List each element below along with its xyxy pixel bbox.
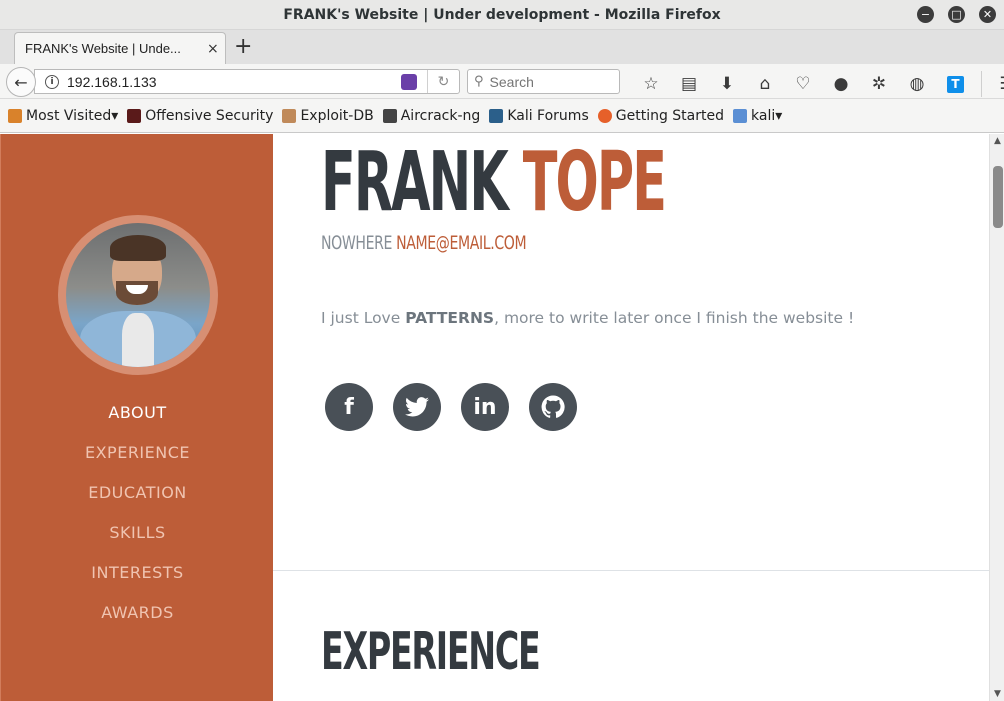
search-input[interactable] [489,73,610,90]
first-name: FRANK [321,135,509,230]
bookmark-label: Exploit-DB [300,107,374,124]
email-link[interactable]: NAME@EMAIL.COM [396,232,527,254]
section-divider [273,570,989,571]
new-tab-button[interactable]: + [234,34,252,59]
lead-bold: PATTERNS [405,309,495,327]
scroll-up-icon[interactable]: ▲ [990,134,1004,148]
last-name: TOPE [522,135,667,230]
profile-photo-ring [58,215,218,375]
bookmarks-toolbar: Most Visited ▾ Offensive Security Exploi… [0,99,1004,133]
toolbar-separator [981,71,982,97]
tab-bar: FRANK's Website | Unde... × + [0,30,1004,64]
home-icon[interactable]: ⌂ [746,74,784,94]
toolbar-icons: ☆ ▤ ⬇ ⌂ ♡ ● ✲ ◍ T ☰ [632,71,1004,97]
reload-icon[interactable]: ↻ [427,70,459,93]
bookmark-offensive-security[interactable]: Offensive Security [127,108,273,124]
sidebar-item-skills[interactable]: SKILLS [1,520,274,560]
search-box[interactable]: ⚲ [467,69,620,94]
sidebar-item-education[interactable]: EDUCATION [1,480,274,520]
close-window-button[interactable]: ✕ [979,6,996,23]
sidebar-item-awards[interactable]: AWARDS [1,600,274,640]
profile-photo [66,223,210,367]
linkedin-icon[interactable]: in [461,383,509,431]
extension-icon[interactable] [401,73,417,90]
tab-close-icon[interactable]: × [207,41,219,57]
bookmark-star-icon[interactable]: ☆ [632,74,670,94]
bookmark-label: Offensive Security [145,107,274,124]
bookmark-label: Aircrack-ng [400,107,481,124]
url-bar[interactable]: i 192.168.1.133 ↻ [34,69,460,94]
sidebar-item-about[interactable]: ABOUT [1,400,274,440]
aircrack-icon [382,108,397,123]
lead-prefix: I just Love [321,309,406,327]
bookmark-getting-started[interactable]: Getting Started [597,107,724,124]
window-title: FRANK's Website | Under development - Mo… [283,6,721,23]
scrollbar-thumb[interactable] [993,166,1003,228]
github-icon[interactable] [529,383,577,431]
bookmark-kali-folder[interactable]: kali ▾ [733,108,782,124]
tab-active[interactable]: FRANK's Website | Unde... × [14,32,226,64]
lead-text: I just Love PATTERNS, more to write late… [321,309,854,327]
lead-suffix: , more to write later once I finish the … [494,309,855,327]
scroll-down-icon[interactable]: ▼ [990,687,1004,701]
back-button[interactable]: ← [6,67,36,97]
sidebar-item-interests[interactable]: INTERESTS [1,560,274,600]
bookmark-kali-forums[interactable]: Kali Forums [489,107,589,124]
subheading: NOWHERE NAME@EMAIL.COM [321,232,527,254]
offsec-icon [127,108,142,123]
sidebar-nav: ABOUT EXPERIENCE EDUCATION SKILLS INTERE… [1,400,274,640]
bookmark-exploit-db[interactable]: Exploit-DB [282,107,374,124]
tab-label: FRANK's Website | Unde... [25,41,181,56]
bookmark-label: kali [751,107,776,124]
bookmark-aircrack-ng[interactable]: Aircrack-ng [382,107,481,124]
search-icon: ⚲ [474,74,484,89]
hamburger-menu-icon[interactable]: ☰ [988,74,1004,94]
facebook-icon[interactable]: f [325,383,373,431]
experience-heading: EXPERIENCE [321,622,541,682]
main-content: FRANK TOPE NOWHERE NAME@EMAIL.COM I just… [273,134,989,701]
exploitdb-icon [282,108,297,123]
maximize-button[interactable]: □ [948,6,965,23]
bookmark-label: Kali Forums [507,107,589,124]
bookmark-most-visited[interactable]: Most Visited ▾ [8,108,118,124]
downloads-icon[interactable]: ⬇ [708,74,746,94]
window-titlebar: FRANK's Website | Under development - Mo… [0,0,1004,30]
bookmark-label: Getting Started [615,107,724,124]
minimize-button[interactable]: − [917,6,934,23]
chevron-down-icon: ▾ [775,107,783,124]
twitter-icon[interactable] [393,383,441,431]
sidebar-item-experience[interactable]: EXPERIENCE [1,440,274,480]
bookmark-label: Most Visited [26,107,112,124]
window-controls: − □ ✕ [917,6,996,23]
site-info-icon[interactable]: i [45,74,59,89]
chevron-down-icon: ▾ [111,107,119,124]
reader-list-icon[interactable]: ▤ [670,74,708,94]
pocket-icon[interactable]: ♡ [784,74,822,94]
sidebar: ABOUT EXPERIENCE EDUCATION SKILLS INTERE… [0,134,273,701]
addon-t-icon[interactable]: T [947,75,964,93]
folder-icon [8,108,22,123]
addon-bug-icon[interactable]: ✲ [860,74,898,94]
addon-earth-icon[interactable]: ◍ [898,74,936,94]
addon-globe-icon[interactable]: ● [822,74,860,94]
web-page: ABOUT EXPERIENCE EDUCATION SKILLS INTERE… [0,134,989,701]
url-text[interactable]: 192.168.1.133 [67,74,401,90]
social-icons: f in [325,383,577,431]
page-title: FRANK TOPE [321,135,667,230]
folder-icon [733,108,747,123]
firefox-icon [597,108,612,123]
location-text: NOWHERE [321,232,393,254]
navigation-toolbar: i 192.168.1.133 ↻ ← ⚲ ☆ ▤ ⬇ ⌂ ♡ ● ✲ ◍ T … [0,64,1004,99]
page-scrollbar[interactable]: ▲ ▼ [989,134,1004,701]
kali-icon [489,108,504,123]
